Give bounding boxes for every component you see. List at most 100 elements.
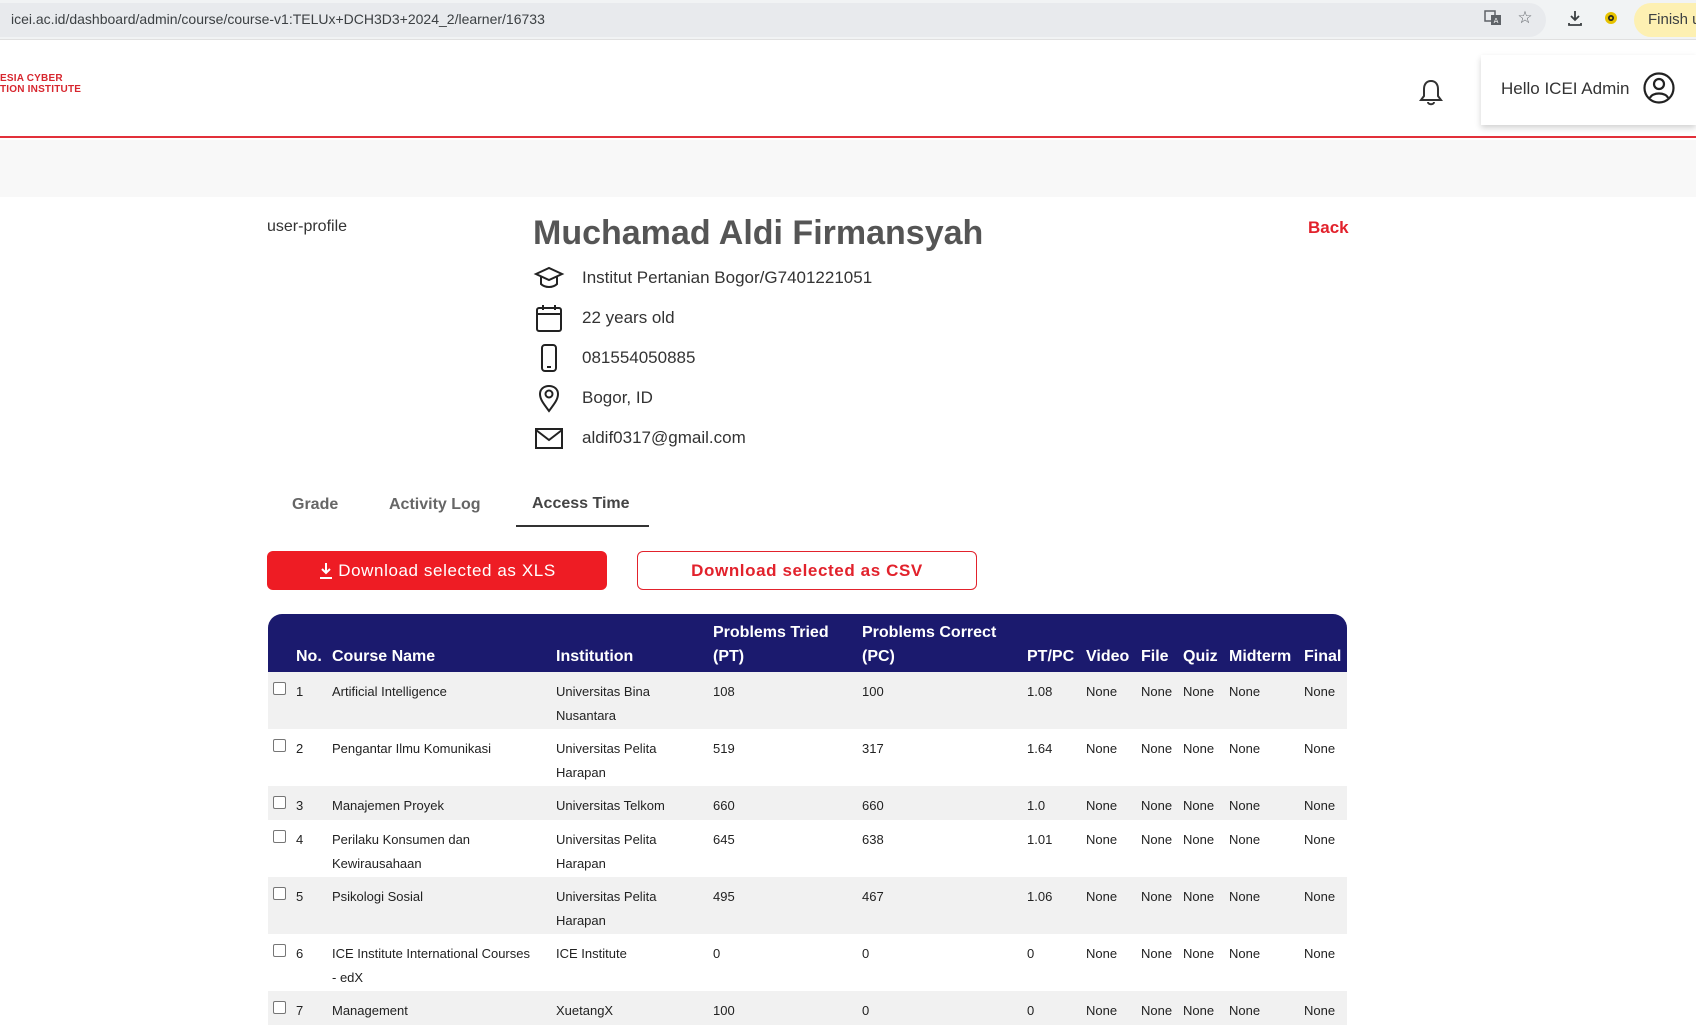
user-avatar-icon[interactable] xyxy=(1643,72,1675,104)
cell-pt-pc: 1.08 xyxy=(1027,684,1053,699)
col-final: Final xyxy=(1304,648,1342,665)
cell-course-name-line: Manajemen Proyek xyxy=(332,798,444,813)
cell-institution: ICE Institute xyxy=(556,942,627,966)
cell-problems-tried: 0 xyxy=(713,946,721,961)
cell-pt-pc: 0 xyxy=(1027,1003,1035,1018)
cell-institution-line: Harapan xyxy=(556,765,606,780)
cell-institution: XuetangX xyxy=(556,999,613,1023)
cell-problems-correct: 0 xyxy=(862,946,870,961)
cell-no: 1 xyxy=(296,684,304,699)
user-profile-image: user-profile xyxy=(267,218,348,235)
graduation-cap-icon xyxy=(533,266,565,288)
row-select-checkbox[interactable] xyxy=(273,1001,286,1014)
extension-icon[interactable] xyxy=(1600,7,1622,29)
col-pc-line1: Problems Correct xyxy=(862,624,997,641)
cell-institution: Universitas Bina Nusantara xyxy=(556,680,650,728)
cell-course-name-line: Kewirausahaan xyxy=(332,856,422,871)
cell-problems-correct: 467 xyxy=(862,889,884,904)
row-select-checkbox[interactable] xyxy=(273,682,286,695)
cell-institution-line: Harapan xyxy=(556,856,606,871)
location-text: Bogor, ID xyxy=(582,388,653,407)
cell-course-name: Psikologi Sosial xyxy=(332,885,423,909)
row-select-checkbox[interactable] xyxy=(273,887,286,900)
row-select-checkbox[interactable] xyxy=(273,830,286,843)
user-menu[interactable]: Hello ICEI Admin xyxy=(1481,55,1696,125)
info-phone: 081554050885 xyxy=(533,342,695,374)
finish-update-button[interactable]: Finish u xyxy=(1634,3,1696,37)
cell-file: None xyxy=(1141,946,1173,961)
browser-toolbar: icei.ac.id/dashboard/admin/course/course… xyxy=(0,0,1696,40)
row-select-checkbox[interactable] xyxy=(273,944,286,957)
cell-institution-line: Universitas Pelita xyxy=(556,741,657,756)
cell-no: 4 xyxy=(296,832,304,847)
cell-midterm: None xyxy=(1229,946,1261,961)
col-file: File xyxy=(1141,648,1169,665)
cell-course-name-line: - edX xyxy=(332,970,364,985)
cell-course-name: Pengantar Ilmu Komunikasi xyxy=(332,737,491,761)
logo-line-1: ESIA CYBER xyxy=(0,73,63,84)
cell-file: None xyxy=(1141,741,1173,756)
tab-access-time[interactable]: Access Time xyxy=(532,495,630,513)
cell-midterm: None xyxy=(1229,889,1261,904)
download-icon[interactable] xyxy=(1564,7,1586,29)
cell-course-name: Perilaku Konsumen dan Kewirausahaan xyxy=(332,828,470,876)
translate-icon[interactable]: A xyxy=(1482,7,1504,29)
cell-problems-tried: 645 xyxy=(713,832,735,847)
cell-midterm: None xyxy=(1229,798,1261,813)
learner-name: Muchamad Aldi Firmansyah xyxy=(533,214,984,252)
col-video: Video xyxy=(1086,648,1130,665)
notification-bell-icon[interactable] xyxy=(1418,77,1444,107)
cell-video: None xyxy=(1086,889,1118,904)
cell-file: None xyxy=(1141,1003,1173,1018)
info-age: 22 years old xyxy=(533,302,675,334)
greeting-text: Hello ICEI Admin xyxy=(1501,79,1630,98)
cell-problems-correct: 638 xyxy=(862,832,884,847)
cell-course-name-line: Pengantar Ilmu Komunikasi xyxy=(332,741,491,756)
cell-course-name-line: ICE Institute International Courses xyxy=(332,946,530,961)
cell-institution: Universitas Pelita Harapan xyxy=(556,737,656,785)
bookmark-star-icon[interactable]: ☆ xyxy=(1514,7,1536,29)
cell-final: None xyxy=(1304,1003,1336,1018)
page-banner xyxy=(0,140,1696,197)
calendar-icon xyxy=(536,305,562,332)
tab-activity-log[interactable]: Activity Log xyxy=(389,496,481,514)
age-text: 22 years old xyxy=(582,308,675,327)
download-csv-button[interactable]: Download selected as CSV xyxy=(637,551,977,590)
cell-quiz: None xyxy=(1183,798,1215,813)
cell-pt-pc: 1.01 xyxy=(1027,832,1053,847)
tab-grade[interactable]: Grade xyxy=(292,496,338,514)
phone-icon xyxy=(541,344,557,372)
cell-quiz: None xyxy=(1183,1003,1215,1018)
address-bar[interactable]: icei.ac.id/dashboard/admin/course/course… xyxy=(0,3,1546,37)
back-link[interactable]: Back xyxy=(1308,218,1349,238)
cell-institution: Universitas Pelita Harapan xyxy=(556,828,656,876)
cell-no: 6 xyxy=(296,946,304,961)
cell-final: None xyxy=(1304,798,1336,813)
row-select-checkbox[interactable] xyxy=(273,739,286,752)
table-body: 1 Artificial Intelligence Universitas Bina… xyxy=(268,672,1347,1025)
logo[interactable]: ESIA CYBER TION INSTITUTE xyxy=(0,73,81,95)
cell-institution-line: Universitas Telkom xyxy=(556,798,665,813)
download-xls-button[interactable]: Download selected as XLS xyxy=(267,551,607,590)
row-select-checkbox[interactable] xyxy=(273,796,286,809)
table-header: No. Course Name Institution Problems Tri… xyxy=(268,614,1347,672)
cell-video: None xyxy=(1086,684,1118,699)
cell-course-name-line: Perilaku Konsumen dan xyxy=(332,832,471,847)
url-text[interactable]: icei.ac.id/dashboard/admin/course/course… xyxy=(11,11,545,27)
table-row: 1 Artificial Intelligence Universitas Bina… xyxy=(268,672,1347,729)
cell-file: None xyxy=(1141,798,1173,813)
cell-institution: Universitas Telkom xyxy=(556,794,665,818)
svg-text:A: A xyxy=(1494,17,1499,25)
cell-quiz: None xyxy=(1183,684,1215,699)
col-problems-correct: Problems Correct (PC) xyxy=(862,621,996,669)
cell-problems-correct: 317 xyxy=(862,741,884,756)
cell-course-name: ICE Institute International Courses - edX xyxy=(332,942,530,990)
cell-midterm: None xyxy=(1229,684,1261,699)
cell-course-name-line: Artificial Intelligence xyxy=(332,684,447,699)
cell-pt-pc: 1.0 xyxy=(1027,798,1046,813)
cell-quiz: None xyxy=(1183,946,1215,961)
cell-course-name: Artificial Intelligence xyxy=(332,680,447,704)
cell-video: None xyxy=(1086,1003,1118,1018)
cell-pt-pc: 0 xyxy=(1027,946,1035,961)
cell-pt-pc: 1.64 xyxy=(1027,741,1053,756)
